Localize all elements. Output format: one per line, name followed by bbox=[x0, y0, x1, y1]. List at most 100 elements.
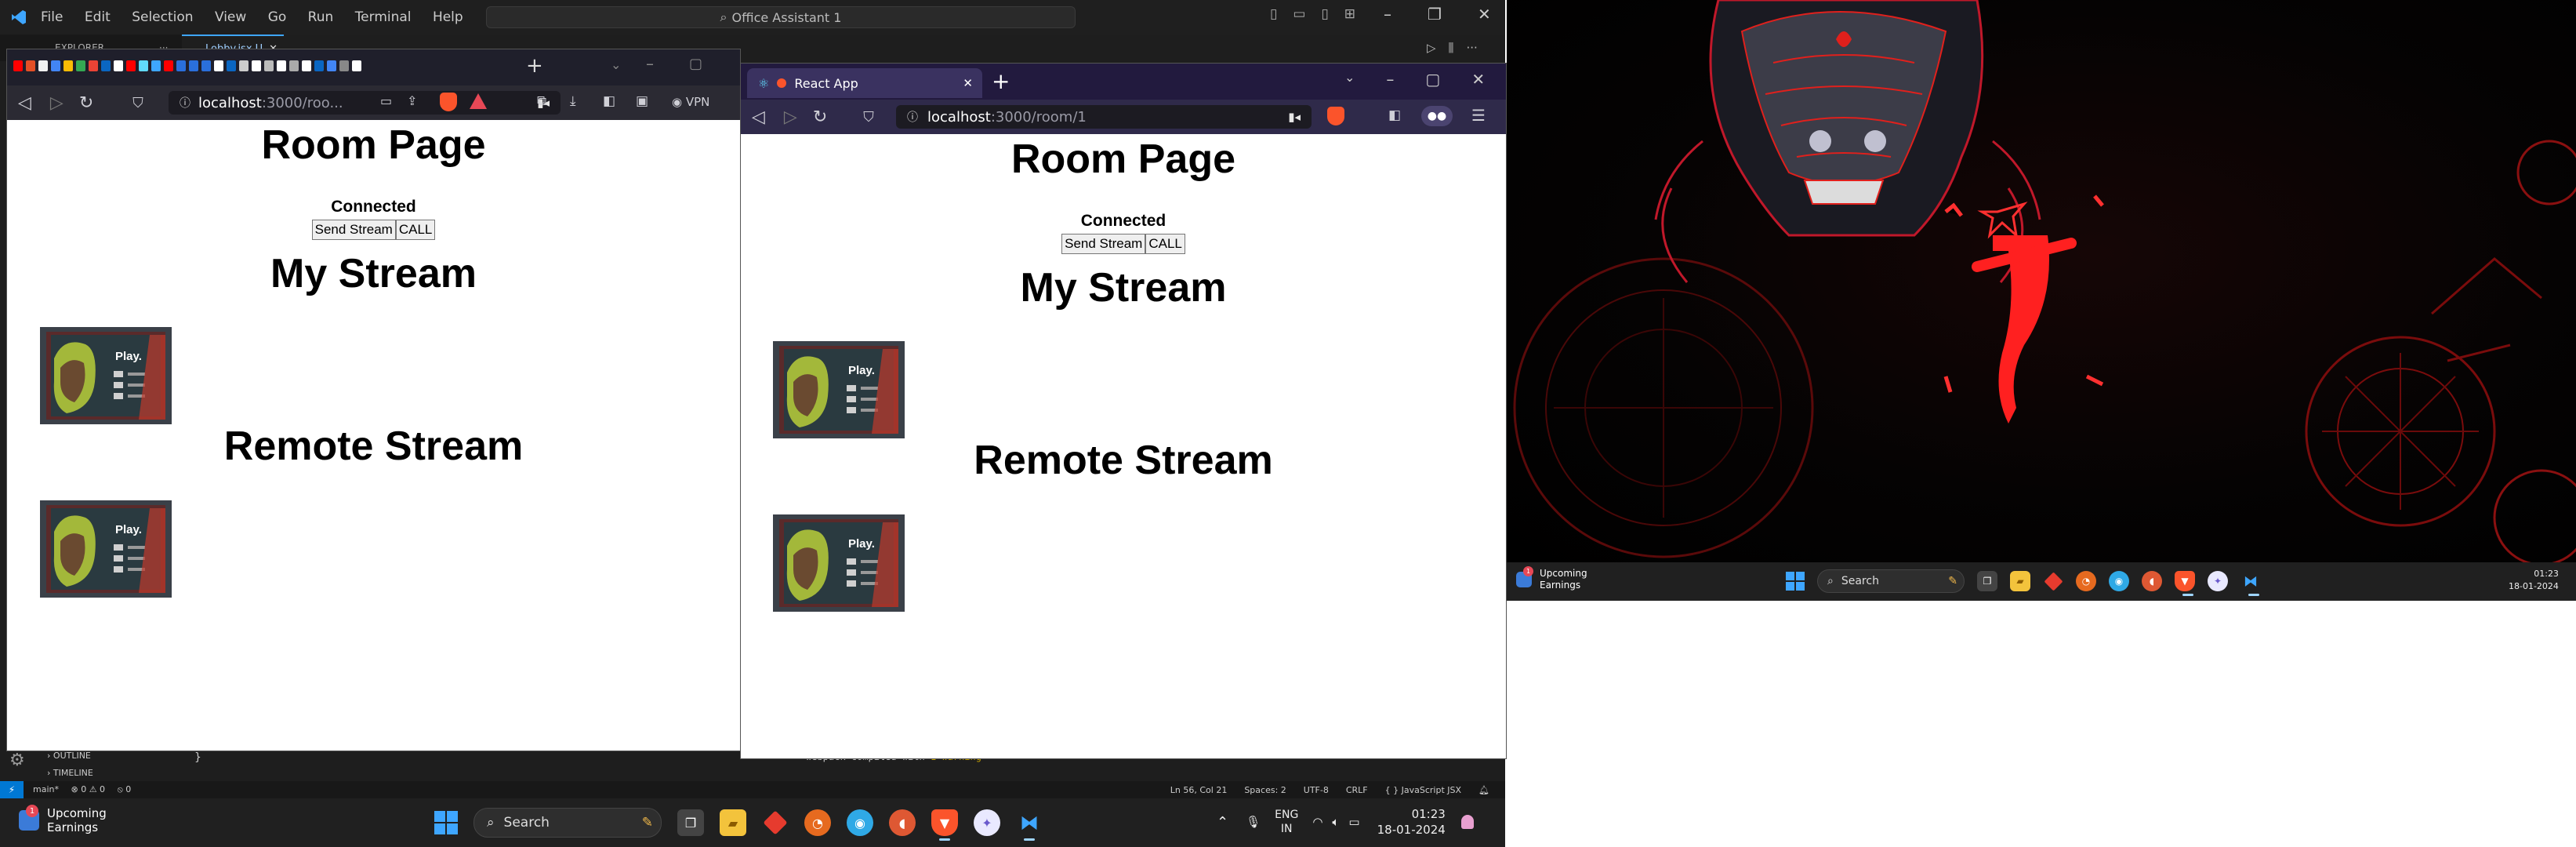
tab-favicon[interactable] bbox=[38, 60, 48, 71]
status-branch[interactable]: main* bbox=[33, 784, 59, 794]
status-indent[interactable]: Spaces: 2 bbox=[1244, 785, 1286, 795]
menu-file[interactable]: File bbox=[41, 9, 63, 25]
language-indicator[interactable]: ENG IN bbox=[1275, 808, 1298, 836]
tab-favicon[interactable] bbox=[101, 60, 111, 71]
task-view-icon[interactable]: ❐ bbox=[1977, 571, 1997, 591]
bookmark-icon[interactable]: ⛉ bbox=[132, 95, 143, 111]
volume-icon[interactable]: 🔈︎ bbox=[1332, 815, 1339, 829]
manage-gear-icon[interactable]: ⚙ bbox=[9, 751, 25, 770]
git-icon[interactable] bbox=[762, 809, 789, 836]
git-icon[interactable] bbox=[2043, 571, 2063, 591]
minimize-icon[interactable]: – bbox=[1384, 5, 1391, 24]
brave-browser-icon[interactable]: ▼ bbox=[931, 809, 958, 841]
extensions-icon[interactable]: ⧉ bbox=[537, 93, 546, 109]
remote-stream-video[interactable]: Play. bbox=[40, 500, 172, 598]
firefox-icon[interactable]: ◔ bbox=[2076, 571, 2096, 591]
sidebar-icon[interactable]: ◧ bbox=[1388, 107, 1401, 123]
tab-favicon[interactable] bbox=[327, 60, 336, 71]
brave-shields-icon[interactable] bbox=[440, 93, 457, 111]
status-eol[interactable]: CRLF bbox=[1346, 785, 1368, 795]
more-icon[interactable]: ··· bbox=[1466, 41, 1477, 55]
split-editor-icon[interactable]: ⫼ bbox=[1449, 41, 1454, 55]
call-button[interactable]: CALL bbox=[395, 220, 436, 240]
restore-icon[interactable]: ❐ bbox=[1428, 5, 1442, 24]
brave-nightly-icon[interactable]: ✦ bbox=[2208, 571, 2228, 591]
vscode-taskbar-icon[interactable]: ⧓ bbox=[1016, 809, 1043, 841]
cast-icon[interactable]: ▭ bbox=[380, 93, 392, 108]
battery-icon[interactable]: ▭ bbox=[1348, 815, 1359, 829]
tab-favicon[interactable] bbox=[63, 60, 73, 71]
menu-edit[interactable]: Edit bbox=[85, 9, 111, 25]
tab-favicon[interactable] bbox=[126, 60, 136, 71]
command-center[interactable]: ⌕ Office Assistant 1 bbox=[486, 6, 1076, 28]
tab-favicon[interactable] bbox=[89, 60, 98, 71]
brave-nightly-icon[interactable]: ✦ bbox=[974, 809, 1000, 836]
downloads-icon[interactable]: ⤓ bbox=[570, 93, 576, 109]
tab-favicon[interactable] bbox=[227, 60, 236, 71]
tray-overflow-icon[interactable]: ⌃ bbox=[1217, 814, 1228, 831]
share-icon[interactable]: ⇪ bbox=[407, 93, 417, 108]
tab-favicon[interactable] bbox=[289, 60, 299, 71]
status-ports[interactable]: ⦸ 0 bbox=[118, 784, 132, 794]
wallet-icon[interactable]: ▣ bbox=[636, 93, 648, 109]
menu-terminal[interactable]: Terminal bbox=[355, 9, 412, 25]
menu-icon[interactable]: ☰ bbox=[1471, 106, 1486, 125]
tab-favicon[interactable] bbox=[164, 60, 173, 71]
call-button[interactable]: CALL bbox=[1145, 234, 1185, 254]
remote-indicator-icon[interactable]: ⚡ bbox=[0, 781, 24, 798]
bookmark-icon[interactable]: ⛉ bbox=[863, 109, 874, 125]
start-windows-icon[interactable] bbox=[1786, 572, 1805, 591]
menu-go[interactable]: Go bbox=[268, 9, 287, 25]
tab-favicon[interactable] bbox=[239, 60, 249, 71]
tab-close-icon[interactable]: ✕ bbox=[963, 76, 973, 90]
microphone-icon[interactable]: 🎙︎ bbox=[1246, 815, 1261, 829]
taskbar-search[interactable]: ⌕ Search ✎ bbox=[473, 808, 662, 838]
back-icon[interactable]: ◁ bbox=[18, 93, 31, 113]
tab-favicon[interactable] bbox=[302, 60, 311, 71]
toggle-panel-icon[interactable]: ▭ bbox=[1293, 6, 1305, 22]
timeline-header[interactable]: › TIMELINE bbox=[47, 765, 93, 782]
tab-favicon[interactable] bbox=[189, 60, 198, 71]
status-language[interactable]: { } JavaScript JSX bbox=[1385, 785, 1461, 795]
tab-favicon[interactable] bbox=[26, 60, 35, 71]
duckduckgo-icon[interactable]: ◖ bbox=[2142, 571, 2162, 591]
address-bar[interactable]: ⓘ localhost:3000/roo... ▮◂ bbox=[169, 91, 561, 115]
new-tab-icon[interactable]: + bbox=[992, 68, 1010, 94]
reload-icon[interactable]: ↻ bbox=[813, 107, 827, 127]
back-icon[interactable]: ◁ bbox=[752, 107, 765, 127]
site-info-icon[interactable]: ⓘ bbox=[907, 109, 918, 125]
brave-browser-icon[interactable]: ▼ bbox=[2175, 571, 2195, 596]
tab-favicon[interactable] bbox=[264, 60, 274, 71]
restore-icon[interactable]: ▢ bbox=[689, 56, 702, 72]
site-info-icon[interactable]: ⓘ bbox=[180, 95, 190, 111]
forward-icon[interactable]: ▷ bbox=[50, 93, 63, 113]
vscode-taskbar-icon[interactable]: ⧓ bbox=[2240, 571, 2261, 596]
tab-list-icon[interactable]: ⌄ bbox=[611, 57, 621, 72]
customize-layout-icon[interactable]: ⊞ bbox=[1344, 6, 1355, 22]
tab-favicon[interactable] bbox=[214, 60, 223, 71]
address-bar[interactable]: ⓘ localhost:3000/room/1 ▮◂ bbox=[896, 105, 1312, 129]
tab-favicon[interactable] bbox=[176, 60, 186, 71]
forward-icon[interactable]: ▷ bbox=[784, 107, 797, 127]
tab-favicon[interactable] bbox=[314, 60, 324, 71]
menu-selection[interactable]: Selection bbox=[132, 9, 193, 25]
tab-react-app[interactable]: ⚛ React App ✕ bbox=[747, 68, 982, 98]
status-encoding[interactable]: UTF-8 bbox=[1304, 785, 1329, 795]
tab-favicon[interactable] bbox=[252, 60, 261, 71]
chrome-icon[interactable]: ◉ bbox=[847, 809, 873, 836]
remote-stream-video[interactable]: Play. bbox=[773, 514, 905, 612]
clock[interactable]: 01:23 18-01-2024 bbox=[1377, 806, 1446, 838]
brave-shields-icon[interactable] bbox=[1327, 107, 1344, 125]
vpn-button[interactable]: ◉ VPN bbox=[672, 95, 709, 109]
my-stream-video[interactable]: Play. bbox=[773, 341, 905, 438]
reload-icon[interactable]: ↻ bbox=[79, 93, 93, 113]
toggle-secondary-sidebar-icon[interactable]: ▯ bbox=[1321, 6, 1328, 22]
menu-help[interactable]: Help bbox=[433, 9, 463, 25]
task-view-icon[interactable]: ❐ bbox=[677, 809, 704, 836]
menu-run[interactable]: Run bbox=[308, 9, 334, 25]
tab-favicon[interactable] bbox=[139, 60, 148, 71]
notifications-icon[interactable]: 🔔︎ bbox=[1478, 785, 1489, 795]
tab-favicon[interactable] bbox=[151, 60, 161, 71]
tab-list-icon[interactable]: ⌄ bbox=[1344, 70, 1355, 89]
menu-view[interactable]: View bbox=[215, 9, 246, 25]
